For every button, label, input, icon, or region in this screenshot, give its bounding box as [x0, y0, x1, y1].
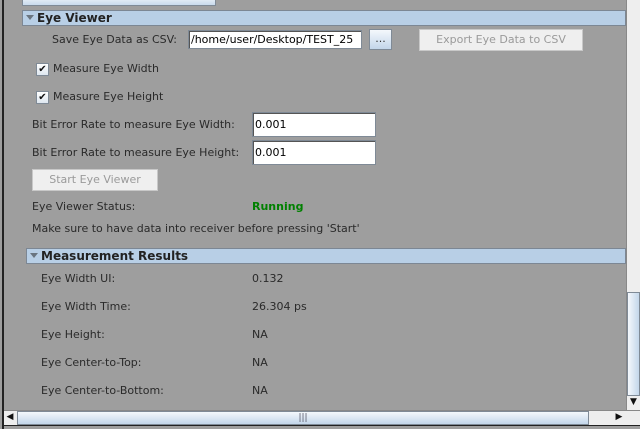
check-icon: ✔ — [38, 64, 47, 75]
ber-width-label: Bit Error Rate to measure Eye Width: — [32, 118, 235, 131]
result-label: Eye Width Time: — [41, 300, 131, 313]
result-label: Eye Center-to-Top: — [41, 356, 142, 369]
start-eye-viewer-button[interactable]: Start Eye Viewer — [32, 169, 158, 191]
collapse-triangle-icon — [26, 15, 34, 20]
save-csv-label: Save Eye Data as CSV: — [52, 33, 177, 46]
result-value: 26.304 ps — [252, 300, 307, 313]
status-label: Eye Viewer Status: — [32, 200, 136, 213]
ber-width-input[interactable]: 0.001 — [252, 112, 376, 137]
result-label: Eye Center-to-Bottom: — [41, 384, 164, 397]
check-icon: ✔ — [38, 92, 47, 103]
ber-height-label: Bit Error Rate to measure Eye Height: — [32, 146, 240, 159]
export-csv-button[interactable]: Export Eye Data to CSV — [419, 29, 583, 51]
eye-viewer-title: Eye Viewer — [37, 11, 112, 25]
measure-height-label: Measure Eye Height — [53, 90, 164, 103]
result-value: NA — [252, 328, 268, 341]
scroll-left-arrow-icon[interactable]: ◀ — [5, 412, 15, 422]
measure-width-label: Measure Eye Width — [53, 62, 159, 75]
window-border — [0, 0, 4, 429]
ber-height-input[interactable]: 0.001 — [252, 140, 376, 165]
result-value: 0.132 — [252, 272, 284, 285]
scroll-right-arrow-icon[interactable]: ▶ — [614, 412, 624, 422]
vertical-scroll-thumb[interactable] — [627, 292, 640, 396]
result-label: Eye Width UI: — [41, 272, 116, 285]
hint-text: Make sure to have data into receiver bef… — [32, 222, 360, 235]
result-label: Eye Height: — [41, 328, 105, 341]
result-value: NA — [252, 384, 268, 397]
measure-height-checkbox[interactable]: ✔ — [36, 91, 49, 104]
scroll-down-arrow-icon[interactable]: ▼ — [627, 397, 640, 407]
status-value: Running — [252, 200, 304, 213]
horizontal-scroll-thumb[interactable]: ||| — [17, 411, 589, 425]
measure-width-checkbox[interactable]: ✔ — [36, 63, 49, 76]
eye-viewer-header[interactable]: Eye Viewer — [22, 10, 626, 26]
measurement-results-title: Measurement Results — [41, 249, 189, 263]
measurement-results-header[interactable]: Measurement Results — [26, 248, 626, 264]
top-button-partial[interactable] — [22, 0, 216, 6]
browse-button[interactable]: ... — [369, 29, 392, 50]
collapse-triangle-icon — [30, 253, 38, 258]
result-value: NA — [252, 356, 268, 369]
save-csv-path-input[interactable]: /home/user/Desktop/TEST_25 — [188, 30, 362, 49]
